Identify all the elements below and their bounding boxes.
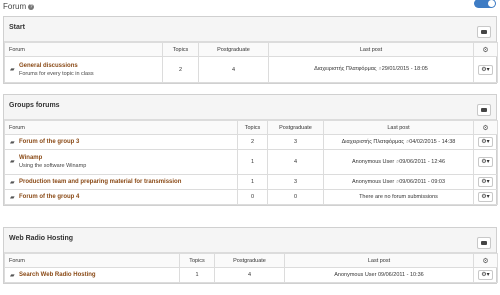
- col-last-post: Last post: [323, 120, 474, 135]
- category-title: Groups forums: [9, 102, 60, 109]
- envelope-icon[interactable]: [477, 237, 491, 249]
- envelope-icon[interactable]: [477, 26, 491, 38]
- col-topics: Topics: [237, 120, 268, 135]
- forum-table: Forum Topics Postgraduate Last post ⚙ ▰ G…: [4, 42, 498, 83]
- category-title: Start: [9, 24, 25, 31]
- topics-count: 2: [237, 134, 268, 150]
- postgraduate-count: 4: [198, 56, 269, 83]
- envelope-icon[interactable]: [477, 104, 491, 116]
- col-last-post: Last post: [268, 42, 474, 57]
- gear-icon[interactable]: ⚙▾: [478, 270, 493, 280]
- forum-link[interactable]: Forum of the group 3: [19, 139, 79, 145]
- last-post: Anonymous User 09/06/2011 - 10:36: [284, 267, 474, 283]
- gears-icon[interactable]: ⚙: [473, 120, 498, 135]
- col-last-post: Last post: [284, 253, 474, 268]
- topics-count: 2: [162, 56, 199, 83]
- table-row: ▰ Forum of the group 4 0 0 There are no f…: [4, 189, 498, 205]
- topics-count: 1: [179, 267, 215, 283]
- last-post-date: 04/02/2015 - 14:38: [409, 138, 456, 145]
- last-post: Anonymous User ⌕09/06/2011 - 09:03: [323, 174, 474, 190]
- table-row: ▰ Winamp Using the software Winamp 1 4 Ano…: [4, 149, 498, 175]
- gear-icon[interactable]: ⚙▾: [478, 177, 493, 187]
- last-post-date: 09/06/2011 - 12:46: [399, 158, 446, 165]
- chat-icon: ▰: [10, 139, 15, 146]
- forum-link[interactable]: Search Web Radio Hosting: [19, 272, 96, 278]
- category-panel-start: Start Forum Topics Postgraduate Last pos…: [3, 16, 498, 84]
- chat-icon: ▰: [10, 194, 15, 201]
- topics-count: 1: [237, 174, 268, 190]
- gear-icon[interactable]: ⚙▾: [478, 137, 493, 147]
- forum-table: Forum Topics Postgraduate Last post ⚙ ▰ S…: [4, 253, 498, 283]
- forum-link[interactable]: General discussions: [19, 63, 94, 69]
- last-post-author[interactable]: Διαχειριστής Πλατφόρμας: [342, 139, 404, 145]
- col-postgraduate: Postgraduate: [198, 42, 269, 57]
- page-title: Forum?: [3, 2, 35, 11]
- postgraduate-count: 4: [214, 267, 285, 283]
- postgraduate-count: 3: [267, 134, 324, 150]
- last-post-author[interactable]: Anonymous User: [352, 179, 394, 185]
- page-header: Forum?: [3, 0, 497, 14]
- forum-description: Forums for every topic in class: [19, 70, 94, 77]
- last-post-author[interactable]: Anonymous User: [352, 159, 394, 165]
- forum-table: Forum Topics Postgraduate Last post ⚙ ▰ F…: [4, 120, 498, 205]
- gear-icon[interactable]: ⚙▾: [478, 192, 493, 202]
- col-postgraduate: Postgraduate: [267, 120, 324, 135]
- category-header: Start: [4, 17, 496, 42]
- chat-icon: ▰: [10, 159, 15, 166]
- gear-icon[interactable]: ⚙▾: [478, 64, 493, 75]
- col-forum: Forum: [4, 253, 180, 268]
- category-panel-groups: Groups forums Forum Topics Postgraduate …: [3, 94, 498, 206]
- table-row: ▰ Search Web Radio Hosting 1 4 Anonymous …: [4, 267, 498, 283]
- chat-icon: ▰: [10, 272, 15, 279]
- topics-count: 1: [237, 149, 268, 175]
- last-post-empty: There are no forum submissions: [323, 189, 474, 205]
- table-row: ▰ Production team and preparing material …: [4, 174, 498, 190]
- col-postgraduate: Postgraduate: [214, 253, 285, 268]
- postgraduate-count: 3: [267, 174, 324, 190]
- col-topics: Topics: [162, 42, 199, 57]
- last-post-author[interactable]: Anonymous User: [334, 272, 376, 278]
- category-header: Web Radio Hosting: [4, 228, 496, 253]
- gear-icon[interactable]: ⚙▾: [478, 157, 493, 167]
- forum-link[interactable]: Production team and preparing material f…: [19, 179, 181, 185]
- category-panel-web-radio: Web Radio Hosting Forum Topics Postgradu…: [3, 227, 498, 284]
- help-icon[interactable]: ?: [28, 3, 35, 10]
- last-post-date: 09/06/2011 - 09:03: [399, 178, 446, 185]
- gears-icon[interactable]: ⚙: [473, 42, 498, 57]
- table-row: ▰ General discussions Forums for every top…: [4, 56, 498, 83]
- col-forum: Forum: [4, 120, 238, 135]
- chat-icon: ▰: [10, 179, 15, 186]
- view-toggle[interactable]: [474, 0, 496, 8]
- category-title: Web Radio Hosting: [9, 235, 74, 242]
- last-post-author[interactable]: Διαχειριστής Πλατφόρμας: [314, 66, 376, 72]
- forum-description: Using the software Winamp: [19, 163, 87, 169]
- postgraduate-count: 4: [267, 149, 324, 175]
- forum-link[interactable]: Forum of the group 4: [19, 194, 79, 200]
- chat-icon: ▰: [10, 66, 15, 73]
- category-header: Groups forums: [4, 95, 496, 120]
- last-post: Διαχειριστής Πλατφόρμας ⌕04/02/2015 - 14:…: [323, 134, 474, 150]
- last-post: Διαχειριστής Πλατφόρμας ⌕29/01/2015 - 18:…: [268, 56, 474, 83]
- last-post: Anonymous User ⌕09/06/2011 - 12:46: [323, 149, 474, 175]
- gears-icon[interactable]: ⚙: [473, 253, 498, 268]
- col-topics: Topics: [179, 253, 215, 268]
- forum-link[interactable]: Winamp: [19, 155, 86, 161]
- last-post-date: 09/06/2011 - 10:36: [377, 272, 424, 278]
- topics-count: 0: [237, 189, 268, 205]
- postgraduate-count: 0: [267, 189, 324, 205]
- last-post-date: 29/01/2015 - 18:05: [381, 66, 428, 72]
- col-forum: Forum: [4, 42, 163, 57]
- table-row: ▰ Forum of the group 3 2 3 Διαχειριστής Π…: [4, 134, 498, 150]
